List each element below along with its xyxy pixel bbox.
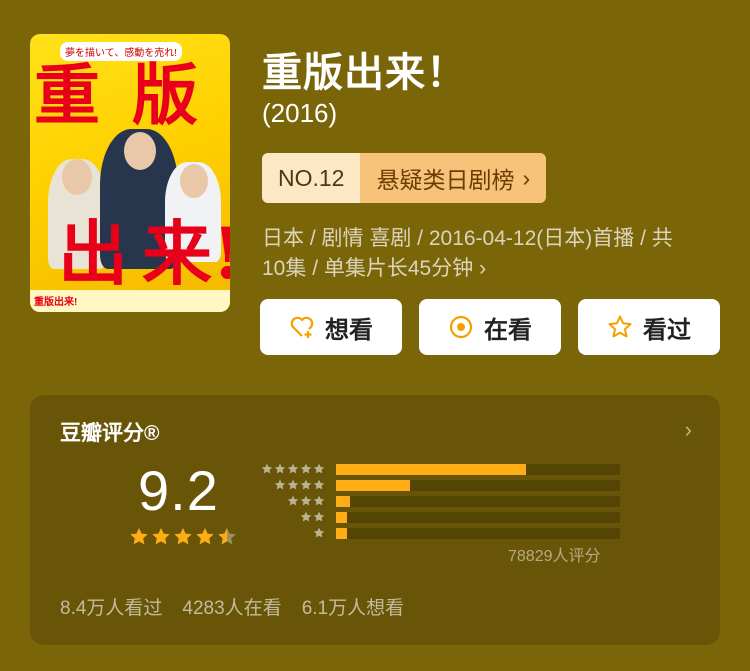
watched-label: 看过 — [643, 316, 691, 344]
watching-button[interactable]: 在看 — [419, 299, 561, 355]
star-icon — [313, 511, 325, 522]
target-circle-icon — [449, 315, 473, 339]
star-icon — [300, 479, 312, 490]
poster-title-char: 版 — [132, 56, 198, 134]
rating-bar-fill — [336, 496, 351, 507]
poster-title-char: 来! — [142, 212, 230, 295]
star-icon — [287, 495, 299, 506]
rating-bar-fill — [336, 528, 348, 539]
rating-bar-track — [336, 496, 620, 507]
rating-bar-track — [336, 464, 620, 475]
ranking-badge[interactable]: NO.12 悬疑类日剧榜 › — [262, 153, 547, 203]
watching-label: 在看 — [484, 316, 532, 344]
want-to-watch-button[interactable]: 想看 — [260, 299, 402, 355]
meta-line: 10集 / 单集片长45分钟 › — [262, 257, 487, 280]
star-icon — [174, 528, 192, 545]
rating-count: 78829人评分 — [508, 548, 601, 565]
star-outline-icon — [608, 315, 632, 338]
rating-bar-fill — [336, 512, 348, 523]
rating-row-stars — [261, 463, 325, 475]
chevron-right-icon: › — [479, 257, 487, 280]
watching-count: 4283人在看 — [182, 598, 282, 619]
star-icon — [300, 495, 312, 506]
want-label: 想看 — [325, 316, 373, 344]
meta-info[interactable]: 日本 / 剧情 喜剧 / 2016-04-12(日本)首播 / 共 10集 / … — [262, 224, 722, 284]
page-title: 重版出来！ — [262, 51, 467, 95]
poster-face — [124, 132, 156, 170]
rating-row-stars — [274, 479, 325, 491]
star-icon — [300, 511, 312, 522]
star-icon — [313, 463, 325, 474]
star-icon — [313, 479, 325, 490]
star-icon — [218, 528, 236, 545]
heart-plus-icon — [290, 316, 314, 338]
star-icon — [274, 463, 286, 474]
poster-image[interactable]: 夢を描いて、感動を売れ! 重 版 出 来! 重版出来! — [30, 34, 230, 312]
stats-row: 8.4万人看过 4283人在看 6.1万人想看 — [60, 593, 404, 620]
rating-header: 豆瓣评分® — [60, 422, 160, 445]
star-icon — [152, 528, 170, 545]
star-icon — [287, 463, 299, 474]
poster-face — [180, 164, 208, 198]
rank-list-name: 悬疑类日剧榜 › — [360, 153, 547, 203]
star-icon — [300, 463, 312, 474]
rating-stars — [129, 527, 237, 547]
meta-line: 日本 / 剧情 喜剧 / 2016-04-12(日本)首播 / 共 — [262, 227, 673, 250]
action-buttons: 想看 在看 看过 — [260, 299, 720, 355]
rating-bar-track — [336, 512, 620, 523]
rating-row-stars — [313, 527, 325, 539]
star-icon — [196, 528, 214, 545]
rank-number: NO.12 — [262, 153, 361, 203]
star-icon — [287, 479, 299, 490]
rating-bar-track — [336, 480, 620, 491]
poster-title-char: 出 — [58, 212, 128, 295]
watched-count: 8.4万人看过 — [60, 598, 163, 619]
poster-title-char: 重 — [34, 56, 100, 134]
star-icon — [274, 479, 286, 490]
star-icon — [313, 527, 325, 538]
star-icon — [313, 495, 325, 506]
rating-card[interactable]: 豆瓣评分® › 9.2 78829人评分 8.4万人看过 4283人在看 6.1… — [30, 395, 720, 645]
want-count: 6.1万人想看 — [301, 598, 405, 619]
star-icon — [130, 528, 148, 545]
rating-score: 9.2 — [138, 459, 219, 522]
rating-bar-fill — [336, 480, 410, 491]
star-icon — [261, 463, 273, 474]
rank-list-label: 悬疑类日剧榜 — [376, 167, 515, 193]
poster-credits: 重版出来! — [30, 290, 230, 312]
watched-button[interactable]: 看过 — [578, 299, 720, 355]
rating-row-stars — [287, 495, 325, 507]
chevron-right-icon: › — [522, 164, 531, 191]
release-year: (2016) — [262, 98, 338, 128]
poster-logo: 重版出来! — [34, 297, 78, 308]
rating-bar-track — [336, 528, 620, 539]
chevron-right-icon[interactable]: › — [685, 417, 692, 443]
poster-face — [62, 159, 92, 195]
rating-row-stars — [300, 511, 325, 523]
rating-bar-fill — [336, 464, 527, 475]
